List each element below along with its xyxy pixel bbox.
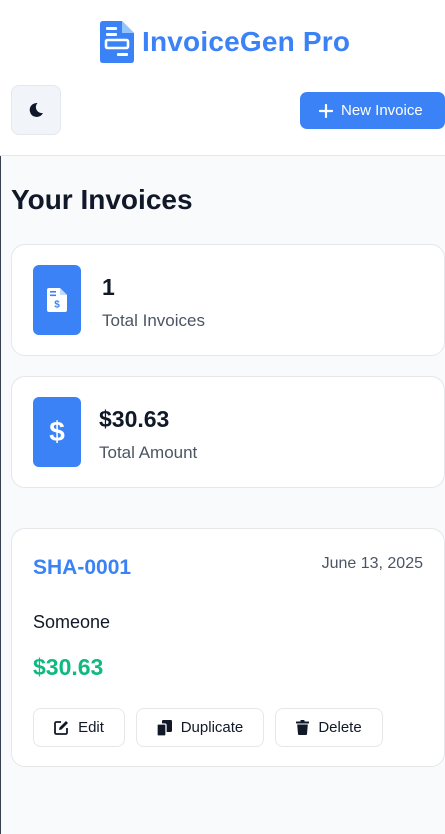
delete-label: Delete	[318, 719, 362, 736]
svg-text:$: $	[49, 417, 65, 447]
new-invoice-button[interactable]: New Invoice	[300, 92, 445, 129]
invoice-date: June 13, 2025	[321, 555, 423, 572]
invoice-client: Someone	[33, 612, 111, 632]
stat-label: Total Amount	[99, 443, 198, 462]
duplicate-button[interactable]: Duplicate	[136, 708, 264, 747]
brand[interactable]: InvoiceGen Pro	[100, 20, 350, 64]
plus-icon	[319, 103, 333, 118]
app-header: InvoiceGen Pro New Invoice	[0, 0, 445, 156]
stat-value: $30.63	[99, 406, 170, 432]
invoice-number[interactable]: SHA-0001	[33, 556, 131, 580]
edit-label: Edit	[78, 719, 104, 736]
invoice-card[interactable]: SHA-0001 June 13, 2025 Someone $30.63 Ed…	[11, 528, 445, 767]
stat-icon-box: $	[33, 265, 81, 335]
invoice-logo-icon	[100, 21, 134, 63]
delete-button[interactable]: Delete	[275, 708, 383, 747]
edit-button[interactable]: Edit	[33, 708, 125, 747]
svg-text:$: $	[54, 300, 60, 311]
app-title: InvoiceGen Pro	[142, 26, 351, 57]
invoice-amount: $30.63	[33, 654, 104, 680]
stat-label: Total Invoices	[102, 311, 205, 330]
duplicate-icon	[156, 719, 172, 736]
dollar-icon: $	[49, 417, 65, 447]
new-invoice-label: New Invoice	[341, 102, 423, 119]
moon-icon	[29, 102, 43, 117]
page-title: Your Invoices	[11, 184, 193, 215]
duplicate-label: Duplicate	[180, 719, 244, 736]
stat-value: 1	[102, 274, 115, 300]
stat-icon-box: $	[33, 397, 81, 467]
stat-card-total-invoices: $ 1 Total Invoices	[11, 244, 445, 356]
theme-toggle-button[interactable]	[11, 85, 61, 135]
invoice-file-icon: $	[47, 288, 67, 312]
trash-icon	[296, 720, 310, 735]
edit-icon	[54, 721, 69, 735]
stat-card-total-amount: $ $30.63 Total Amount	[11, 376, 445, 488]
